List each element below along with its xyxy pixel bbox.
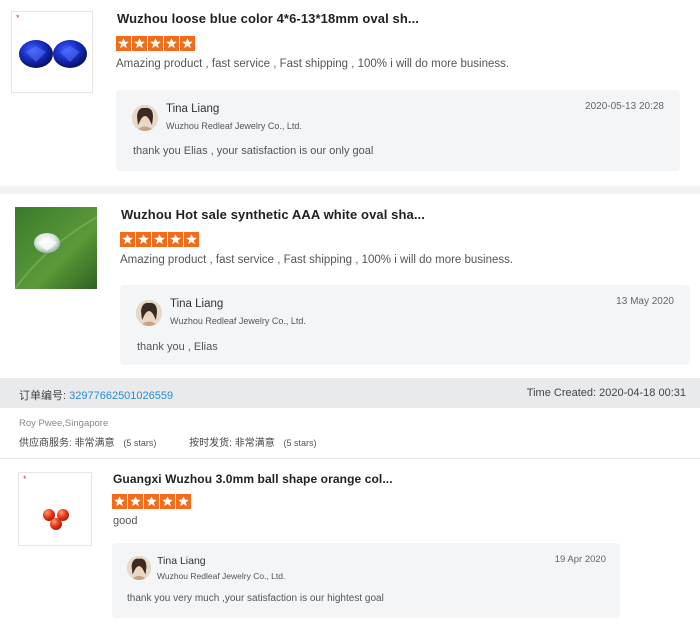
seller-ratings: 供应商服务: 非常满意 (5 stars) 按时发货: 非常满意 (5 star… bbox=[19, 434, 317, 449]
order-number-label: 订单编号: 32977662501026559 bbox=[19, 387, 173, 403]
star-icon bbox=[160, 494, 175, 509]
product-thumbnail[interactable]: * bbox=[18, 472, 92, 546]
star-icon bbox=[168, 232, 183, 247]
buyer-name: Roy Pwee,Singapore bbox=[19, 418, 109, 429]
review-card: * Wuzhou loose blue color 4*6-13*18mm ov… bbox=[0, 0, 700, 186]
star-icon bbox=[120, 232, 135, 247]
reply-author-name: Tina Liang bbox=[157, 555, 206, 567]
product-title-link[interactable]: Guangxi Wuzhou 3.0mm ball shape orange c… bbox=[113, 472, 393, 486]
feedback-page: * Wuzhou loose blue color 4*6-13*18mm ov… bbox=[0, 0, 700, 636]
blue-gem-image bbox=[19, 40, 87, 68]
rating-stars bbox=[112, 494, 191, 510]
reply-text: thank you Elias , your satisfaction is o… bbox=[133, 145, 374, 157]
on-time-shipping-stars: (5 stars) bbox=[283, 438, 317, 448]
review-card: Wuzhou Hot sale synthetic AAA white oval… bbox=[0, 194, 700, 378]
star-icon bbox=[184, 232, 199, 247]
reply-date: 19 Apr 2020 bbox=[554, 554, 606, 565]
reply-date: 2020-05-13 20:28 bbox=[585, 101, 664, 112]
star-icon bbox=[144, 494, 159, 509]
seller-reply: Tina Liang Wuzhou Redleaf Jewelry Co., L… bbox=[116, 90, 680, 171]
avatar bbox=[127, 556, 151, 580]
section-divider bbox=[0, 186, 700, 194]
review-comment: good bbox=[113, 515, 138, 527]
star-icon bbox=[116, 36, 131, 51]
avatar bbox=[132, 105, 158, 131]
star-icon bbox=[132, 36, 147, 51]
star-icon bbox=[136, 232, 151, 247]
product-title-link[interactable]: Wuzhou Hot sale synthetic AAA white oval… bbox=[121, 207, 425, 222]
review-card: * Guangxi Wuzhou 3.0mm ball shape orange… bbox=[0, 459, 700, 636]
rating-stars bbox=[116, 36, 195, 52]
orange-ball-image bbox=[43, 509, 69, 530]
star-icon bbox=[180, 36, 195, 51]
product-title-link[interactable]: Wuzhou loose blue color 4*6-13*18mm oval… bbox=[117, 11, 419, 26]
review-comment: Amazing product , fast service , Fast sh… bbox=[116, 58, 510, 70]
star-icon bbox=[176, 494, 191, 509]
star-icon bbox=[152, 232, 167, 247]
order-number-link[interactable]: 32977662501026559 bbox=[69, 390, 173, 402]
supplier-service-rating: 供应商服务: 非常满意 bbox=[19, 438, 115, 449]
product-thumbnail[interactable]: * bbox=[11, 11, 93, 93]
reply-text: thank you , Elias bbox=[137, 341, 218, 353]
white-gem-image bbox=[15, 207, 97, 289]
avatar bbox=[136, 300, 162, 326]
supplier-service-stars: (5 stars) bbox=[123, 438, 157, 448]
reply-company: Wuzhou Redleaf Jewelry Co., Ltd. bbox=[170, 316, 306, 326]
star-icon bbox=[148, 36, 163, 51]
reply-text: thank you very much ,your satisfaction i… bbox=[127, 593, 384, 604]
reply-author-name: Tina Liang bbox=[170, 298, 224, 310]
reply-company: Wuzhou Redleaf Jewelry Co., Ltd. bbox=[166, 121, 302, 131]
star-icon bbox=[164, 36, 179, 51]
order-label-text: 订单编号: bbox=[19, 390, 67, 402]
product-thumbnail[interactable] bbox=[15, 207, 97, 289]
reply-author-name: Tina Liang bbox=[166, 103, 220, 115]
thumbnail-marker: * bbox=[23, 474, 27, 484]
reply-date: 13 May 2020 bbox=[616, 296, 674, 307]
order-time-created: Time Created: 2020-04-18 00:31 bbox=[526, 387, 686, 399]
order-header: 订单编号: 32977662501026559 Time Created: 20… bbox=[0, 378, 700, 408]
star-icon bbox=[112, 494, 127, 509]
rating-stars bbox=[120, 232, 199, 248]
reply-company: Wuzhou Redleaf Jewelry Co., Ltd. bbox=[157, 571, 286, 581]
star-icon bbox=[128, 494, 143, 509]
thumbnail-marker: * bbox=[16, 13, 20, 23]
review-comment: Amazing product , fast service , Fast sh… bbox=[120, 254, 514, 266]
seller-reply: Tina Liang Wuzhou Redleaf Jewelry Co., L… bbox=[120, 285, 690, 365]
seller-reply: Tina Liang Wuzhou Redleaf Jewelry Co., L… bbox=[112, 543, 620, 618]
on-time-shipping-rating: 按时发货: 非常满意 bbox=[189, 438, 275, 449]
